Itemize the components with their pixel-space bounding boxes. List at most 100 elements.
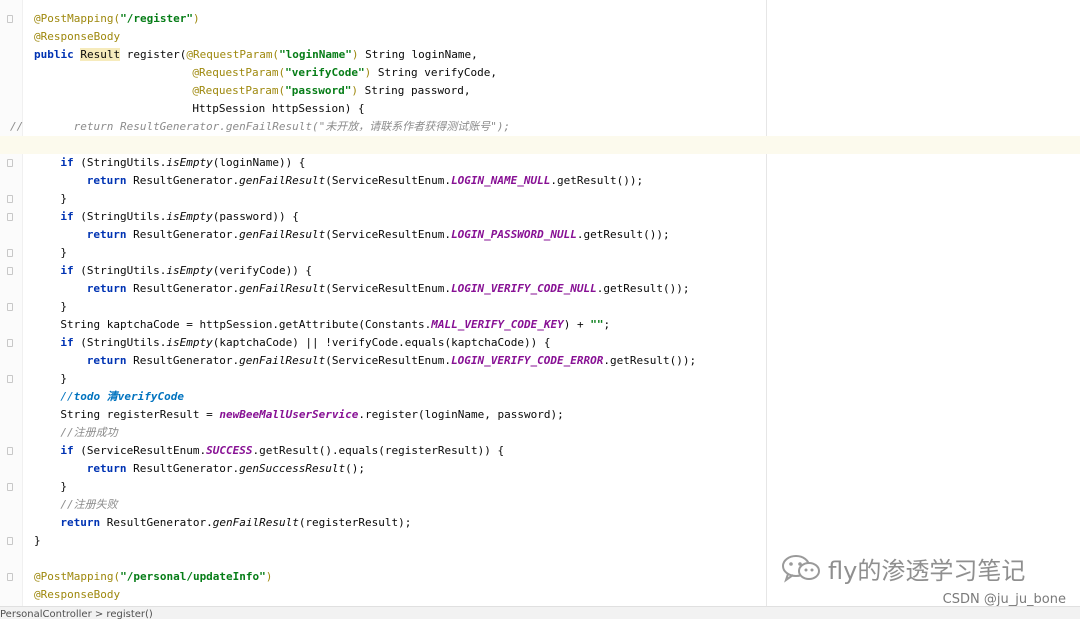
code-token: genFailResult — [239, 174, 326, 187]
code-token: return — [60, 516, 107, 529]
code-line[interactable]: @PostMapping("/register") — [0, 10, 1080, 28]
fold-marker-icon[interactable] — [7, 375, 13, 383]
code-line[interactable]: if (StringUtils.isEmpty(loginName)) { — [0, 154, 1080, 172]
fold-marker-icon[interactable] — [7, 213, 13, 221]
code-text: return ResultGenerator.genFailResult("未开… — [74, 118, 511, 136]
code-token: ) + — [563, 318, 591, 331]
code-line[interactable]: return ResultGenerator.genFailResult(reg… — [0, 514, 1080, 532]
code-text: public Result register(@RequestParam("lo… — [34, 46, 478, 64]
code-token: } — [60, 480, 68, 493]
code-line[interactable]: if (StringUtils.isEmpty(verifyCode)) { — [0, 262, 1080, 280]
code-token: "password" — [285, 84, 352, 97]
code-line[interactable]: String kaptchaCode = httpSession.getAttr… — [0, 316, 1080, 334]
fold-marker-icon[interactable] — [7, 267, 13, 275]
code-line[interactable]: @RequestParam("verifyCode") String verif… — [0, 64, 1080, 82]
code-token: genFailResult — [239, 354, 326, 367]
code-token: (StringUtils. — [80, 336, 167, 349]
code-text: return ResultGenerator.genFailResult(Ser… — [87, 226, 670, 244]
code-token: (ServiceResultEnum. — [80, 444, 207, 457]
code-token: } — [60, 372, 68, 385]
code-line[interactable]: @ResponseBody — [0, 28, 1080, 46]
code-token: MALL_VERIFY_CODE_KEY — [431, 318, 564, 331]
fold-marker-icon[interactable] — [7, 195, 13, 203]
code-token: ResultGenerator. — [106, 516, 213, 529]
fold-marker-icon[interactable] — [7, 303, 13, 311]
code-line[interactable]: if (ServiceResultEnum.SUCCESS.getResult(… — [0, 442, 1080, 460]
line-comment-marker: // — [10, 120, 24, 133]
code-line[interactable]: HttpSession httpSession) { — [0, 100, 1080, 118]
code-text: @PostMapping("/register") — [34, 10, 200, 28]
fold-marker-icon[interactable] — [7, 483, 13, 491]
code-token: @RequestParam( — [192, 84, 286, 97]
code-token: (registerResult); — [298, 516, 412, 529]
csdn-credit: CSDN @ju_ju_bone — [942, 592, 1066, 607]
code-line[interactable]: } — [0, 370, 1080, 388]
code-line[interactable]: } — [0, 532, 1080, 550]
code-token: .getResult()); — [603, 354, 697, 367]
code-line[interactable]: @ResponseBody — [0, 586, 1080, 604]
code-line[interactable]: return ResultGenerator.genSuccessResult(… — [0, 460, 1080, 478]
code-token: return — [86, 462, 134, 475]
code-text: String kaptchaCode = httpSession.getAttr… — [60, 316, 610, 334]
code-token: genFailResult — [212, 516, 299, 529]
code-token: todo 清verifyCode — [73, 390, 184, 403]
code-line[interactable]: String registerResult = newBeeMallUserSe… — [0, 406, 1080, 424]
code-line[interactable]: } — [0, 244, 1080, 262]
breadcrumb[interactable]: PersonalController > register() — [0, 606, 1080, 619]
fold-marker-icon[interactable] — [7, 249, 13, 257]
code-line[interactable]: //注册成功 — [0, 424, 1080, 442]
code-line[interactable]: } — [0, 298, 1080, 316]
code-line[interactable]: //todo 清verifyCode — [0, 388, 1080, 406]
code-text: return ResultGenerator.genSuccessResult(… — [87, 460, 365, 478]
fold-marker-icon[interactable] — [7, 573, 13, 581]
code-line[interactable]: } — [0, 190, 1080, 208]
code-line[interactable]: //注册失败 — [0, 496, 1080, 514]
code-token: String registerResult = — [60, 408, 220, 421]
code-token: @RequestParam( — [186, 48, 280, 61]
code-text: HttpSession httpSession) { — [192, 100, 364, 118]
code-line[interactable] — [0, 136, 1080, 154]
code-line[interactable]: } — [0, 478, 1080, 496]
code-token: String verifyCode, — [371, 66, 498, 79]
code-editor[interactable]: @PostMapping("/register") @ResponseBody pu… — [0, 0, 1080, 606]
code-token: String kaptchaCode = httpSession.getAttr… — [60, 318, 432, 331]
code-token: isEmpty — [166, 336, 213, 349]
code-text: if (StringUtils.isEmpty(password)) { — [60, 208, 298, 226]
code-text: } — [60, 370, 67, 388]
code-token: LOGIN_PASSWORD_NULL — [451, 228, 577, 241]
code-token: @PostMapping( — [34, 12, 121, 25]
fold-marker-icon[interactable] — [7, 159, 13, 167]
code-token: genFailResult — [239, 228, 326, 241]
code-line[interactable]: return ResultGenerator.genFailResult(Ser… — [0, 172, 1080, 190]
code-text: if (StringUtils.isEmpty(loginName)) { — [60, 154, 305, 172]
code-line[interactable]: if (StringUtils.isEmpty(password)) { — [0, 208, 1080, 226]
code-token: (loginName)) { — [212, 156, 306, 169]
code-text: //注册失败 — [60, 496, 117, 514]
code-line[interactable]: return ResultGenerator.genFailResult(Ser… — [0, 226, 1080, 244]
watermark: fly的渗透学习笔记 — [780, 550, 1025, 586]
code-area[interactable]: @PostMapping("/register") @ResponseBody pu… — [0, 10, 1080, 604]
code-token: if — [60, 336, 81, 349]
code-token: LOGIN_NAME_NULL — [451, 174, 551, 187]
fold-marker-icon[interactable] — [7, 15, 13, 23]
code-text: } — [34, 532, 41, 550]
fold-marker-icon[interactable] — [7, 447, 13, 455]
code-token: public — [34, 48, 81, 61]
code-line[interactable]: // return ResultGenerator.genFailResult("… — [0, 118, 1080, 136]
fold-marker-icon[interactable] — [7, 537, 13, 545]
code-token: (password)) { — [212, 210, 299, 223]
code-line[interactable]: if (StringUtils.isEmpty(kaptchaCode) || … — [0, 334, 1080, 352]
code-text: @RequestParam("verifyCode") String verif… — [192, 64, 497, 82]
code-line[interactable]: return ResultGenerator.genFailResult(Ser… — [0, 352, 1080, 370]
code-token: "" — [590, 318, 604, 331]
code-token: isEmpty — [166, 210, 213, 223]
code-line[interactable]: return ResultGenerator.genFailResult(Ser… — [0, 280, 1080, 298]
code-token: "/register" — [120, 12, 193, 25]
code-token: ResultGenerator. — [133, 174, 240, 187]
code-token: LOGIN_VERIFY_CODE_NULL — [451, 282, 597, 295]
code-text: } — [60, 244, 67, 262]
code-token: return — [86, 174, 134, 187]
fold-marker-icon[interactable] — [7, 339, 13, 347]
code-line[interactable]: public Result register(@RequestParam("lo… — [0, 46, 1080, 64]
code-line[interactable]: @RequestParam("password") String passwor… — [0, 82, 1080, 100]
